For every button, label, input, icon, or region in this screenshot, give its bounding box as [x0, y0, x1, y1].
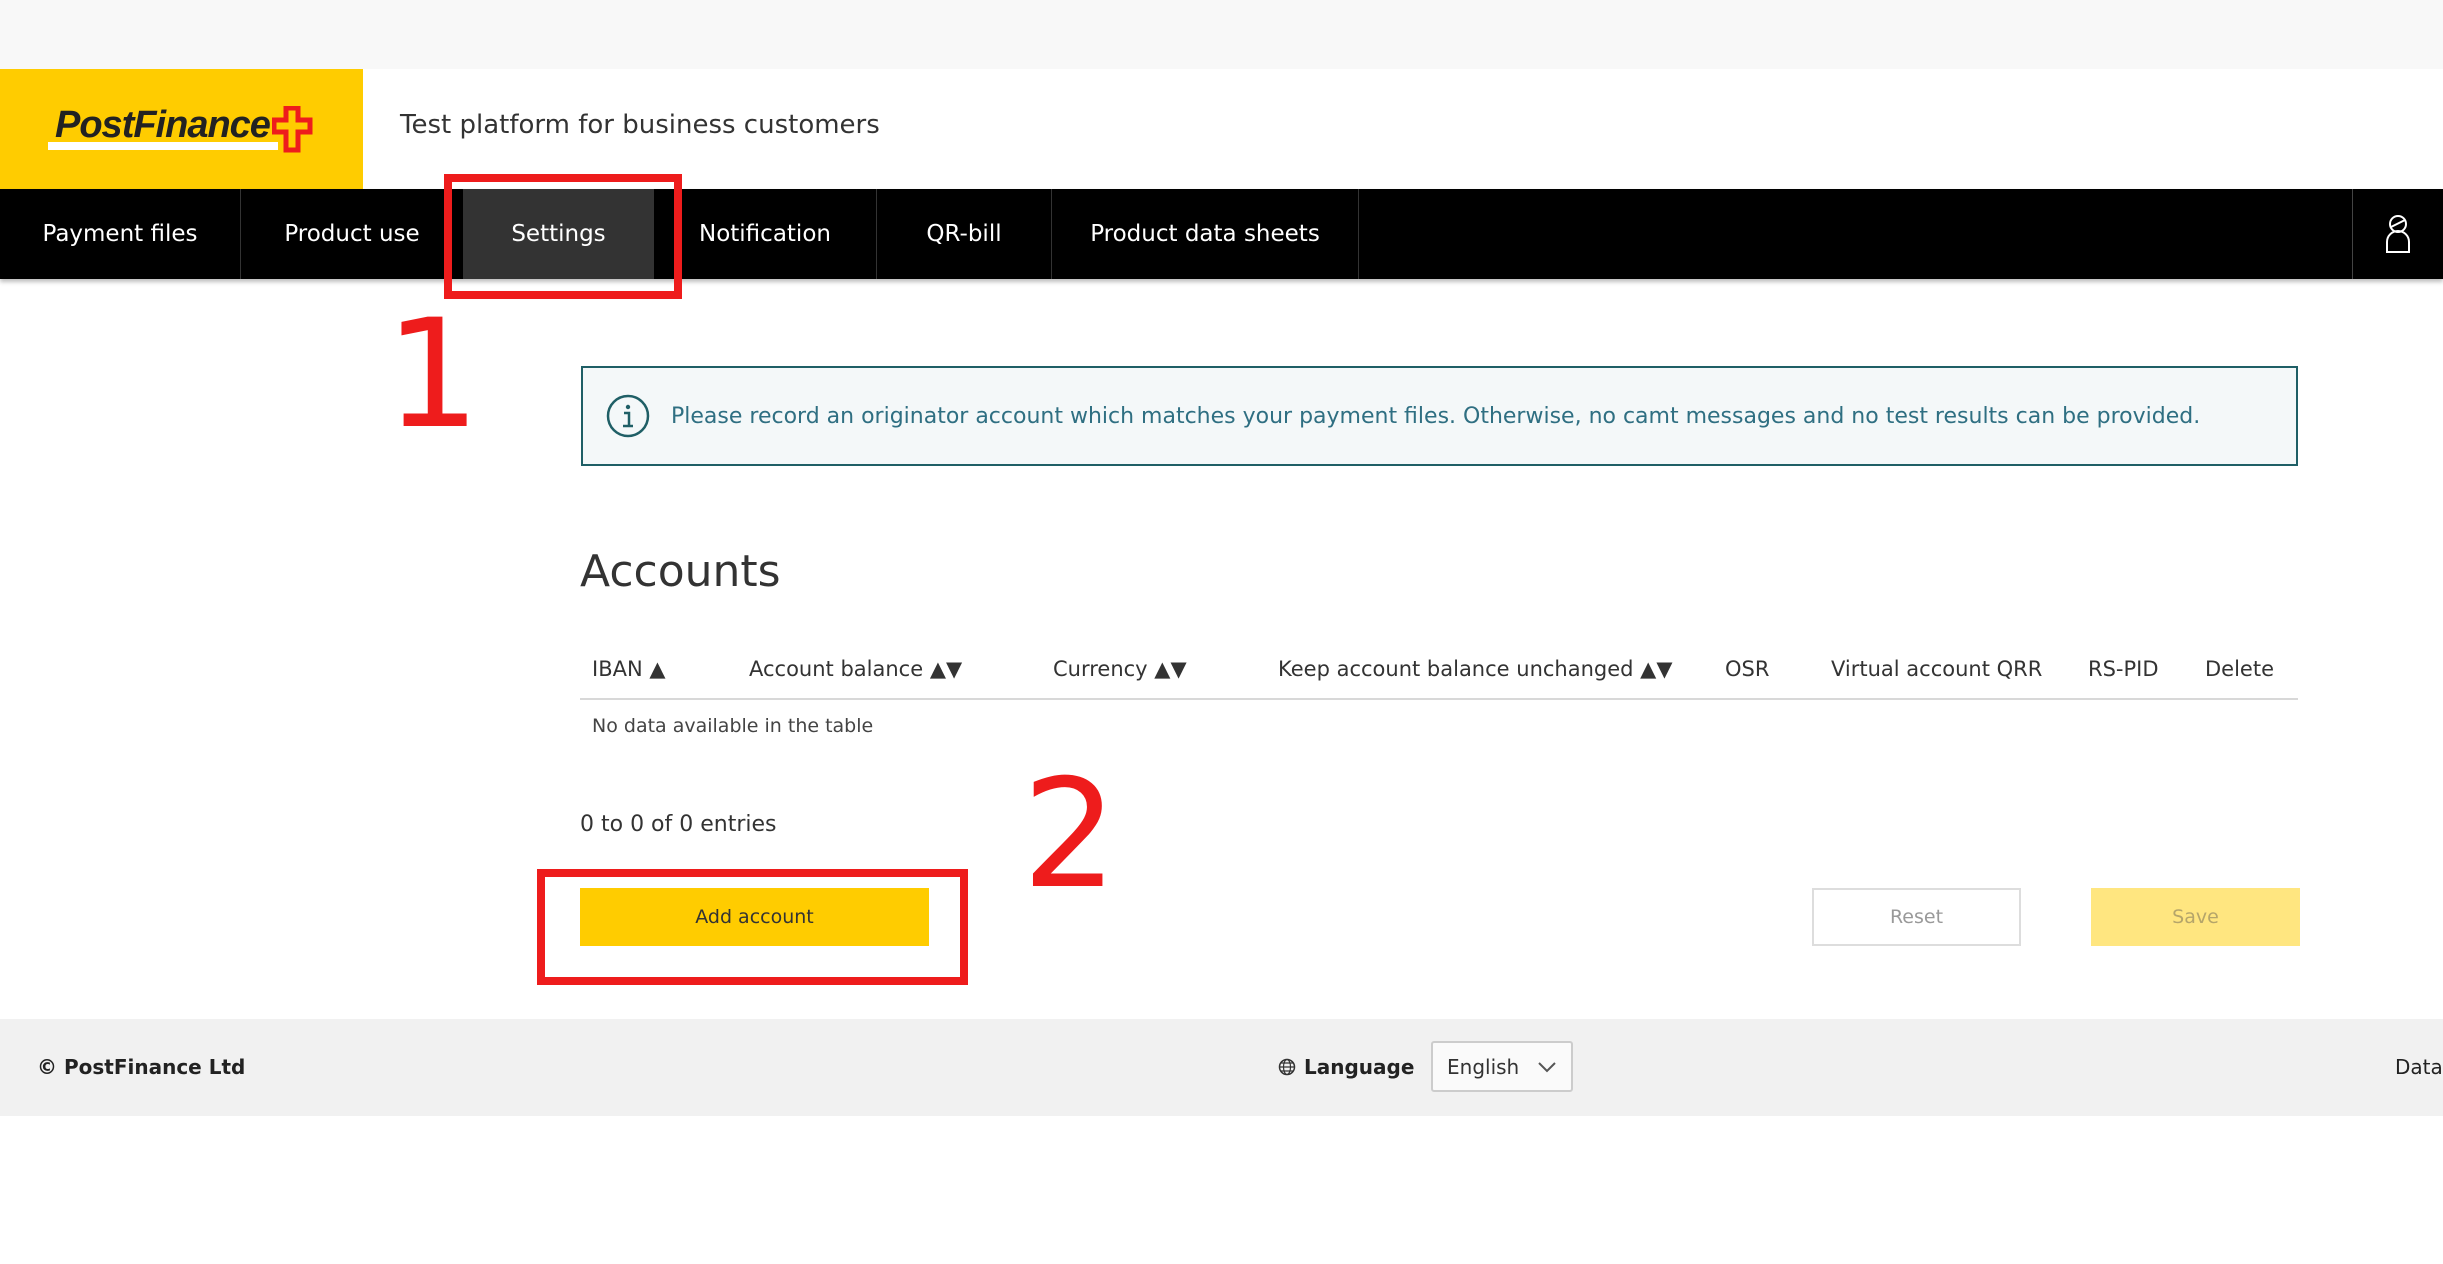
nav-qr-bill[interactable]: QR-bill [877, 189, 1052, 279]
save-button[interactable]: Save [2091, 888, 2300, 946]
user-icon [2386, 215, 2410, 253]
table-header-divider [580, 698, 2298, 700]
language-select[interactable]: English [1431, 1041, 1573, 1092]
chevron-down-icon [1538, 1061, 1556, 1072]
table-empty-message: No data available in the table [592, 715, 874, 737]
accounts-title: Accounts [580, 546, 781, 597]
copyright: © PostFinance Ltd [37, 1055, 246, 1079]
language-value: English [1447, 1054, 1520, 1079]
header [0, 69, 2443, 189]
column-account-balance[interactable]: Account balance ▲▼ [749, 657, 962, 681]
user-menu-button[interactable] [2352, 189, 2443, 279]
entries-info: 0 to 0 of 0 entries [580, 812, 777, 837]
data-protection-link[interactable]: Data [2395, 1055, 2443, 1079]
annotation-step-1: 1 [385, 288, 481, 462]
annotation-box-add-account [537, 869, 968, 985]
logo-text: PostFinance [55, 104, 271, 146]
nav-product-data-sheets[interactable]: Product data sheets [1052, 189, 1359, 279]
column-osr: OSR [1725, 657, 1770, 681]
browser-top-area [0, 0, 2443, 69]
footer [0, 1019, 2443, 1116]
column-iban[interactable]: IBAN ▲ [592, 657, 666, 681]
language-label-text: Language [1304, 1055, 1415, 1079]
info-icon [606, 394, 650, 438]
nav-payment-files[interactable]: Payment files [0, 189, 241, 279]
language-label: Language [1278, 1055, 1414, 1079]
site-subtitle: Test platform for business customers [400, 110, 880, 140]
annotation-step-2: 2 [1022, 748, 1118, 922]
info-text: Please record an originator account whic… [671, 403, 2201, 429]
column-virtual-account-qrr: Virtual account QRR [1831, 657, 2043, 681]
nav-product-use[interactable]: Product use [241, 189, 464, 279]
swiss-cross-logo-icon [272, 106, 313, 153]
column-delete: Delete [2205, 657, 2274, 681]
column-rs-pid: RS-PID [2088, 657, 2159, 681]
column-currency[interactable]: Currency ▲▼ [1053, 657, 1187, 681]
info-alert: Please record an originator account whic… [581, 366, 2298, 466]
reset-button[interactable]: Reset [1812, 888, 2021, 946]
column-keep-balance[interactable]: Keep account balance unchanged ▲▼ [1278, 657, 1672, 681]
globe-icon [1278, 1058, 1296, 1076]
nav-notification[interactable]: Notification [654, 189, 877, 279]
main-nav: Payment files Product use Settings Notif… [0, 189, 2443, 279]
annotation-box-settings [444, 174, 682, 299]
